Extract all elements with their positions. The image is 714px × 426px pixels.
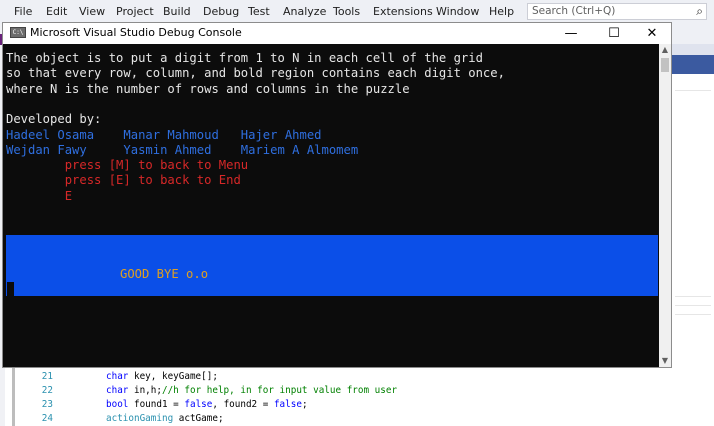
code-text: char in,h;//h for help, in for input val…	[106, 384, 397, 398]
menu-build[interactable]: Build	[163, 5, 191, 18]
vs-panel-divider	[675, 305, 711, 306]
minimize-button[interactable]: —	[551, 23, 591, 44]
scroll-up-icon[interactable]: ▲	[659, 44, 671, 56]
line-number: 21	[41, 371, 53, 382]
code-text: actionGaming actGame;	[106, 412, 224, 426]
code-text: bool found1 = false, found2 = false;	[106, 398, 308, 412]
vs-document-tab-well	[672, 55, 714, 74]
console-line: The object is to put a digit from 1 to N…	[6, 51, 483, 65]
vs-panel-divider	[675, 296, 711, 297]
code-token: in,h;	[128, 385, 162, 396]
code-token: actionGaming	[106, 413, 174, 424]
console-line: Wejdan Fawy Yasmin Ahmed Mariem A Almome…	[6, 142, 359, 157]
menu-project[interactable]: Project	[116, 5, 154, 18]
search-placeholder: Search (Ctrl+Q)	[532, 5, 616, 17]
code-token: found1 =	[128, 399, 185, 410]
goodbye-text: GOOD BYE o.o	[120, 267, 209, 281]
vs-panel-divider	[675, 90, 711, 91]
vs-panel-divider	[675, 314, 711, 315]
console-titlebar[interactable]: C:\ Microsoft Visual Studio Debug Consol…	[3, 23, 671, 44]
editor-margin-bar	[12, 366, 15, 426]
code-token: , found2 =	[212, 399, 274, 410]
console-line: press [M] to back to Menu	[6, 158, 249, 173]
menu-test[interactable]: Test	[248, 5, 270, 18]
search-icon[interactable]: ⌕	[696, 4, 703, 19]
code-token: false	[273, 399, 302, 410]
console-cursor	[7, 282, 14, 297]
code-line: 24 actionGaming actGame;	[5, 412, 705, 426]
vs-menubar: File Edit View Project Build Debug Test …	[0, 0, 714, 24]
menu-debug[interactable]: Debug	[203, 5, 239, 18]
line-number: 24	[41, 413, 53, 424]
code-line: 23 bool found1 = false, found2 = false;	[5, 398, 705, 412]
goodbye-banner	[6, 235, 658, 296]
line-number: 22	[41, 385, 53, 396]
code-text: char key, keyGame[];	[106, 370, 218, 384]
console-output[interactable]: The object is to put a digit from 1 to N…	[3, 44, 659, 367]
code-token: char	[106, 371, 129, 382]
code-token: char	[106, 385, 129, 396]
menu-extensions[interactable]: Extensions	[373, 5, 433, 18]
code-token: bool	[106, 399, 129, 410]
scroll-down-icon[interactable]: ▼	[659, 355, 671, 367]
console-scrollbar[interactable]: ▲ ▼	[659, 44, 671, 367]
code-token: key, keyGame[];	[128, 371, 218, 382]
code-line: 21 char key, keyGame[];	[5, 370, 705, 384]
console-line: Hadeel Osama Manar Mahmoud Hajer Ahmed	[6, 127, 322, 142]
search-input[interactable]: Search (Ctrl+Q) ⌕	[527, 3, 707, 20]
console-line: where N is the number of rows and column…	[6, 81, 410, 96]
menu-view[interactable]: View	[79, 5, 105, 18]
menu-analyze[interactable]: Analyze	[283, 5, 326, 18]
code-line: 22 char in,h;//h for help, in for input v…	[5, 384, 705, 398]
console-line: press [E] to back to End	[6, 173, 241, 188]
close-button[interactable]: ✕	[632, 23, 672, 44]
code-token: //h for help, in for input value from us…	[161, 385, 398, 396]
line-number: 23	[41, 399, 53, 410]
maximize-button[interactable]: ☐	[594, 23, 634, 44]
code-token: actGame;	[173, 413, 224, 424]
code-token: ;	[301, 399, 308, 410]
menu-tools[interactable]: Tools	[333, 5, 360, 18]
console-title: Microsoft Visual Studio Debug Console	[30, 26, 242, 39]
code-editor[interactable]: 21 char key, keyGame[]; 22 char in,h;//h fo…	[5, 366, 714, 426]
menu-help[interactable]: Help	[489, 5, 514, 18]
menu-window[interactable]: Window	[436, 5, 479, 18]
console-app-icon: C:\	[10, 27, 26, 38]
menu-edit[interactable]: Edit	[46, 5, 67, 18]
code-token: false	[184, 399, 213, 410]
console-line: E	[6, 188, 73, 203]
scroll-thumb[interactable]	[661, 58, 669, 72]
debug-console-window: C:\ Microsoft Visual Studio Debug Consol…	[2, 22, 672, 368]
console-line: Developed by:	[6, 112, 102, 127]
console-line: so that every row, column, and bold regi…	[6, 66, 505, 81]
menu-file[interactable]: File	[14, 5, 32, 18]
